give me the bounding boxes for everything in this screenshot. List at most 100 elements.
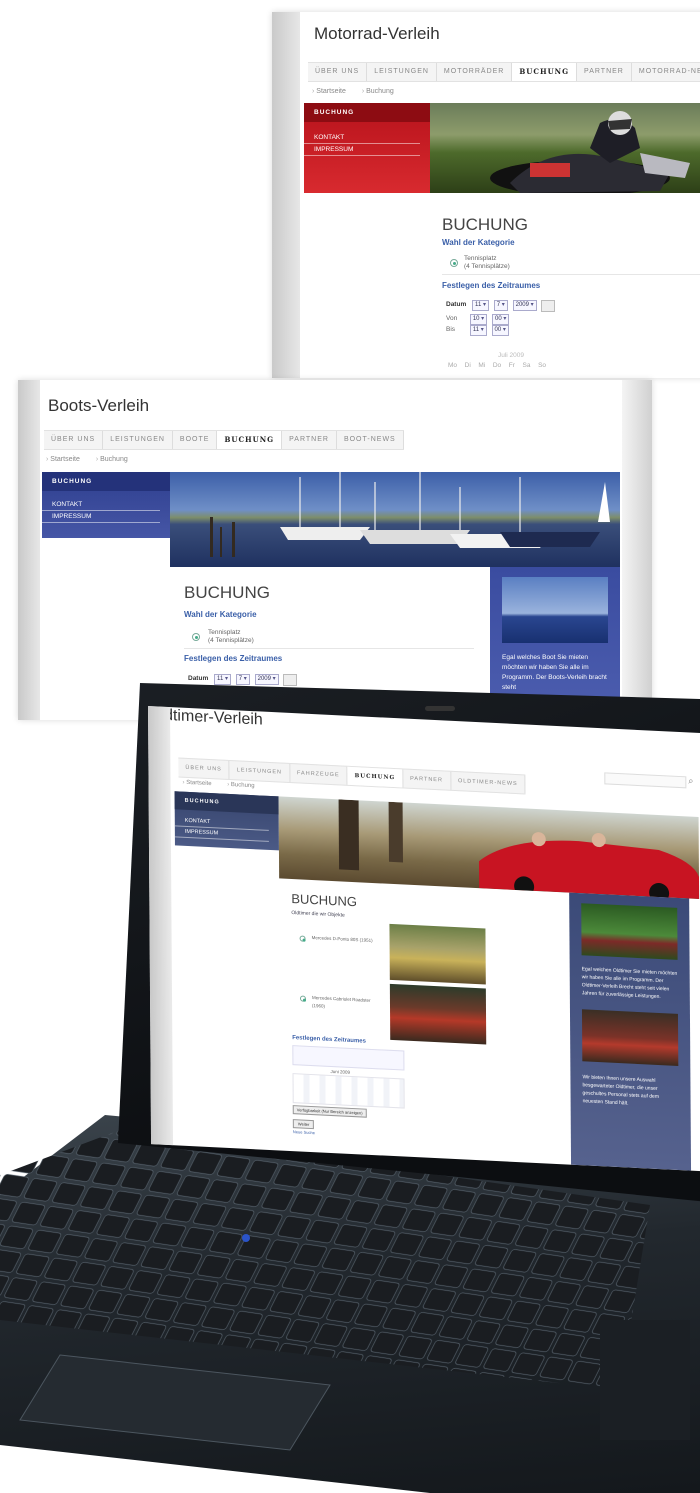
breadcrumb-buchung: Buchung: [362, 88, 394, 95]
promo-image-red-car: [581, 1009, 679, 1066]
main-navigation: ÜBER UNS LEISTUNGEN MOTORRÄDER BUCHUNG P…: [308, 62, 700, 82]
sidebar-item-kontakt[interactable]: KONTAKT: [42, 499, 160, 511]
new-search-link[interactable]: Neue Suche: [293, 1129, 315, 1135]
page-heading: BUCHUNG: [291, 891, 358, 910]
car-radio-1[interactable]: [299, 935, 306, 942]
sidebar: BUCHUNG KONTAKT IMPRESSUM: [174, 791, 279, 851]
date-day-select[interactable]: 11: [214, 674, 231, 685]
category-radio[interactable]: [192, 633, 200, 641]
time-to-row: Bis 11 00: [446, 325, 512, 336]
search-icon[interactable]: ⌕: [688, 775, 693, 786]
breadcrumb-startseite[interactable]: Startseite: [312, 88, 346, 95]
continue-button[interactable]: Weiter: [292, 1119, 315, 1130]
section-period-heading: Festlegen des Zeitraumes: [442, 281, 541, 290]
search-input[interactable]: [604, 772, 687, 789]
calendar-icon[interactable]: [541, 300, 556, 312]
nav-fahrzeuge[interactable]: FAHRZEUGE: [289, 763, 348, 785]
nav-buchung[interactable]: BUCHUNG: [347, 766, 404, 788]
page-heading: BUCHUNG: [442, 215, 528, 234]
date-month-select[interactable]: 7: [235, 674, 250, 685]
red-convertible-icon: [338, 799, 700, 899]
nav-ueber-uns[interactable]: ÜBER UNS: [44, 431, 104, 449]
from-minute-select[interactable]: 00: [492, 314, 510, 325]
nav-boot-news[interactable]: BOOT-NEWS: [337, 431, 404, 449]
car-image-yellow: [389, 923, 486, 985]
sidebar-head[interactable]: BUCHUNG: [304, 103, 430, 122]
header-image-motorcycle: [430, 103, 700, 193]
site-title: Motorrad-Verleih: [314, 24, 440, 43]
car-image-red: [389, 983, 487, 1045]
webcam-icon: [425, 706, 455, 711]
sidebar: BUCHUNG KONTAKT IMPRESSUM: [304, 103, 430, 193]
car-option-2: Mercedes Cabriolet Roadster (1960): [311, 995, 371, 1009]
site-title: Boots-Verleih: [48, 396, 150, 415]
main-navigation: ÜBER UNS LEISTUNGEN BOOTE BUCHUNG PARTNE…: [44, 430, 404, 450]
section-period-heading: Festlegen des Zeitraumes: [184, 654, 283, 663]
nav-ueber-uns[interactable]: ÜBER UNS: [308, 63, 368, 81]
to-minute-select[interactable]: 00: [491, 325, 509, 336]
page-gutter: [272, 12, 300, 378]
availability-button[interactable]: Verfügbarkeit (Nur Bereich anzeigen): [292, 1105, 367, 1118]
nav-leistungen[interactable]: LEISTUNGEN: [367, 63, 437, 81]
car-option-1: Mercedes D-Ponto 80S (1951): [311, 935, 373, 943]
promo-image-garden-car: [581, 903, 678, 960]
nav-buchung[interactable]: BUCHUNG: [512, 63, 578, 81]
header-image-classic-car: [278, 796, 700, 899]
category-option-label: Tennisplatz (4 Tennisplätze): [464, 255, 510, 270]
category-option-label: Tennisplatz (4 Tennisplätze): [208, 629, 254, 644]
calendar-weekdays: Mo Di Mi Do Fr Sa So: [448, 362, 547, 369]
nav-partner[interactable]: PARTNER: [403, 769, 452, 790]
calendar-grid[interactable]: [292, 1073, 405, 1109]
promo-image-harbor: [502, 577, 608, 643]
page-heading: BUCHUNG: [184, 583, 270, 602]
breadcrumb-buchung: Buchung: [227, 782, 254, 789]
breadcrumb-startseite[interactable]: Startseite: [46, 456, 80, 463]
nav-partner[interactable]: PARTNER: [577, 63, 632, 81]
section-period-heading: Festlegen des Zeitraumes: [292, 1035, 366, 1045]
breadcrumb: Startseite Buchung: [312, 88, 408, 95]
boots-site-screenshot: Boots-Verleih ÜBER UNS LEISTUNGEN BOOTE …: [18, 380, 652, 720]
car-radio-2[interactable]: [299, 995, 307, 1002]
calendar-icon[interactable]: [283, 674, 298, 686]
category-radio[interactable]: [450, 259, 458, 267]
sidebar: BUCHUNG KONTAKT IMPRESSUM: [42, 472, 170, 538]
laptop-screen: Oldtimer-Verleih ⌕ ÜBER UNS LEISTUNGEN F…: [148, 706, 700, 1172]
nav-partner[interactable]: PARTNER: [282, 431, 337, 449]
date-row: Datum 11 7 2009: [446, 300, 556, 312]
breadcrumb-buchung: Buchung: [96, 456, 128, 463]
page-gutter: [18, 380, 40, 720]
nav-buchung[interactable]: BUCHUNG: [217, 431, 283, 449]
from-hour-select[interactable]: 10: [469, 314, 488, 325]
section-category-heading: Wahl der Kategorie: [442, 238, 515, 247]
nav-motorrad-news[interactable]: MOTORRAD-NEWS: [632, 63, 700, 81]
boats-harbor-icon: [210, 472, 610, 557]
nav-motorraeder[interactable]: MOTORRÄDER: [437, 63, 513, 81]
promo-text-1: Egal welchen Oldtimer Sie mieten möchten…: [581, 966, 678, 1001]
date-year-select[interactable]: 2009: [254, 674, 279, 685]
date-month-select[interactable]: 7: [493, 300, 508, 311]
main-navigation: ÜBER UNS LEISTUNGEN FAHRZEUGE BUCHUNG PA…: [178, 757, 526, 795]
promo-column: Egal welchen Oldtimer Sie mieten möchten…: [569, 892, 692, 1171]
breadcrumb: Startseite Buchung: [46, 456, 142, 463]
motorrad-site-screenshot: Motorrad-Verleih ÜBER UNS LEISTUNGEN MOT…: [272, 12, 700, 378]
date-day-select[interactable]: 11: [472, 300, 489, 311]
date-year-select[interactable]: 2009: [512, 300, 537, 311]
breadcrumb-startseite[interactable]: Startseite: [183, 780, 212, 787]
to-hour-select[interactable]: 11: [469, 325, 487, 336]
promo-text: Egal welches Boot Sie mieten möchten wir…: [502, 654, 607, 691]
nav-leistungen[interactable]: LEISTUNGEN: [103, 431, 173, 449]
date-row: Datum 11 7 2009: [188, 674, 298, 686]
sidebar-item-impressum[interactable]: IMPRESSUM: [304, 144, 420, 156]
sidebar-item-impressum[interactable]: IMPRESSUM: [42, 511, 160, 523]
sidebar-head[interactable]: BUCHUNG: [42, 472, 170, 491]
calendar-title: Juli 2009: [498, 352, 525, 359]
time-from-row: Von 10 00: [446, 314, 512, 325]
nav-boote[interactable]: BOOTE: [173, 431, 218, 449]
promo-text-2: Wir bieten Ihnen unsere Auswahl besgewar…: [582, 1074, 660, 1107]
nav-leistungen[interactable]: LEISTUNGEN: [229, 761, 291, 782]
date-selectors[interactable]: [292, 1045, 405, 1071]
page-subheading: Oldtimer die wir Objekte: [291, 910, 345, 919]
nav-ueber-uns[interactable]: ÜBER UNS: [178, 758, 230, 780]
nav-oldtimer-news[interactable]: OLDTIMER-NEWS: [450, 771, 526, 794]
sidebar-item-kontakt[interactable]: KONTAKT: [304, 132, 420, 144]
